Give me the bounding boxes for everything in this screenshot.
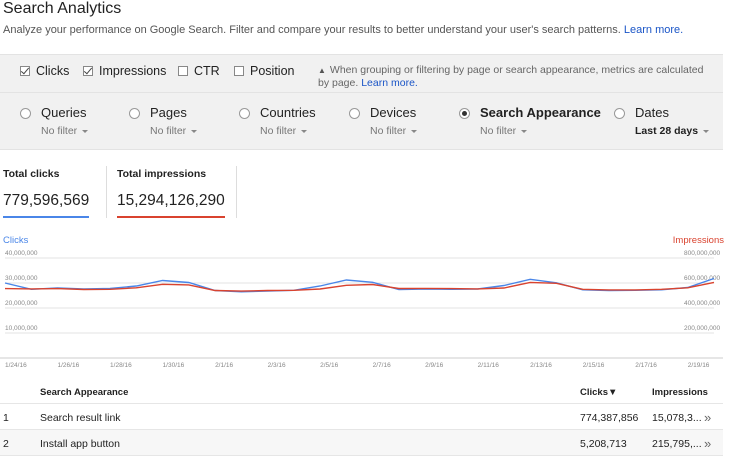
row-name: Search result link bbox=[40, 412, 121, 424]
dimension-label: Pages bbox=[150, 105, 187, 120]
metric-label: CTR bbox=[194, 64, 220, 78]
chevron-right-icon[interactable]: » bbox=[704, 436, 711, 451]
warning-icon: ▲ bbox=[318, 66, 326, 75]
dimension-filter[interactable]: No filter bbox=[41, 125, 89, 137]
chart-left-axis-title: Clicks bbox=[3, 235, 29, 246]
row-index: 2 bbox=[3, 438, 9, 450]
caret-down-icon bbox=[82, 129, 89, 133]
dimension-label: Search Appearance bbox=[480, 105, 601, 120]
x-tick-label: 2/3/16 bbox=[268, 362, 286, 369]
radio-selected-icon[interactable] bbox=[459, 108, 470, 119]
dimension-label: Dates bbox=[635, 105, 669, 120]
x-tick-label: 2/17/16 bbox=[635, 362, 657, 369]
x-tick-label: 2/5/16 bbox=[320, 362, 338, 369]
metrics-note: ▲ When grouping or filtering by page or s… bbox=[318, 64, 708, 89]
radio-icon[interactable] bbox=[614, 108, 625, 119]
radio-icon[interactable] bbox=[239, 108, 250, 119]
dimension-label: Countries bbox=[260, 105, 316, 120]
x-tick-label: 1/30/16 bbox=[163, 362, 185, 369]
row-index: 1 bbox=[3, 412, 9, 424]
dimension-filter[interactable]: No filter bbox=[150, 125, 198, 137]
y-tick-label-left: 10,000,000 bbox=[5, 325, 38, 332]
checkbox-icon[interactable] bbox=[83, 66, 93, 76]
x-tick-label: 2/15/16 bbox=[583, 362, 605, 369]
metric-position[interactable]: Position bbox=[234, 64, 294, 78]
x-tick-label: 2/7/16 bbox=[373, 362, 391, 369]
performance-chart: 40,000,000 800,000,000 30,000,000 600,000,0… bbox=[0, 250, 723, 369]
radio-icon[interactable] bbox=[129, 108, 140, 119]
dimension-filter[interactable]: No filter bbox=[480, 125, 528, 137]
x-tick-label: 2/19/16 bbox=[688, 362, 710, 369]
total-clicks-label: Total clicks bbox=[3, 168, 60, 180]
metric-impressions[interactable]: Impressions bbox=[83, 64, 166, 78]
metrics-bar: Clicks Impressions CTR Position ▲ When gr… bbox=[0, 54, 723, 93]
header-clicks[interactable]: Clicks▼ bbox=[580, 387, 617, 398]
dimensions-bar: Queries No filter Pages No filter Countr… bbox=[0, 93, 723, 150]
learn-more-link[interactable]: Learn more. bbox=[624, 24, 683, 36]
chart-right-axis-title: Impressions bbox=[672, 235, 724, 246]
x-tick-label: 2/11/16 bbox=[478, 362, 500, 369]
y-tick-label-left: 40,000,000 bbox=[5, 250, 38, 257]
metric-ctr[interactable]: CTR bbox=[178, 64, 220, 78]
sort-desc-icon: ▼ bbox=[608, 387, 618, 398]
chevron-right-icon[interactable]: » bbox=[704, 410, 711, 425]
caret-down-icon bbox=[521, 129, 528, 133]
y-tick-label-right: 400,000,000 bbox=[684, 300, 721, 307]
x-tick-label: 1/28/16 bbox=[110, 362, 132, 369]
divider bbox=[236, 166, 237, 218]
metric-label: Position bbox=[250, 64, 295, 78]
dimension-filter[interactable]: No filter bbox=[370, 125, 418, 137]
total-impressions-value: 15,294,126,290 bbox=[117, 192, 225, 218]
page-subtitle: Analyze your performance on Google Searc… bbox=[3, 24, 683, 36]
total-clicks-value: 779,596,569 bbox=[3, 192, 90, 218]
page-title: Search Analytics bbox=[3, 0, 122, 17]
table-row[interactable]: 1 Search result link 774,387,856 15,078,… bbox=[0, 404, 723, 430]
y-tick-label-right: 800,000,000 bbox=[684, 250, 721, 257]
row-clicks: 5,208,713 bbox=[580, 438, 627, 450]
results-table: Search Appearance Clicks▼ Impressions 1 … bbox=[0, 378, 723, 456]
table-header: Search Appearance Clicks▼ Impressions bbox=[0, 378, 723, 404]
series-line-impressions bbox=[4, 281, 715, 292]
row-name: Install app button bbox=[40, 438, 120, 450]
checkbox-icon[interactable] bbox=[178, 66, 188, 76]
dimension-filter[interactable]: No filter bbox=[260, 125, 308, 137]
dimension-filter[interactable]: Last 28 days bbox=[635, 125, 710, 137]
header-impressions[interactable]: Impressions bbox=[652, 387, 708, 398]
y-tick-label-right: 600,000,000 bbox=[684, 275, 721, 282]
x-tick-label: 2/13/16 bbox=[530, 362, 552, 369]
radio-icon[interactable] bbox=[349, 108, 360, 119]
metric-clicks[interactable]: Clicks bbox=[20, 64, 69, 78]
note-learn-more-link[interactable]: Learn more. bbox=[361, 77, 418, 89]
caret-down-icon bbox=[411, 129, 418, 133]
row-impressions: 15,078,3... bbox=[652, 412, 702, 424]
x-tick-label: 2/9/16 bbox=[425, 362, 443, 369]
metric-label: Impressions bbox=[99, 64, 167, 78]
y-tick-label-left: 30,000,000 bbox=[5, 275, 38, 282]
total-impressions-label: Total impressions bbox=[117, 168, 207, 180]
subtitle-text: Analyze your performance on Google Searc… bbox=[3, 24, 621, 36]
checkbox-icon[interactable] bbox=[234, 66, 244, 76]
row-clicks: 774,387,856 bbox=[580, 412, 639, 424]
x-tick-label: 1/24/16 bbox=[5, 362, 27, 369]
y-tick-label-right: 200,000,000 bbox=[684, 325, 721, 332]
radio-icon[interactable] bbox=[20, 108, 31, 119]
caret-down-icon bbox=[301, 129, 308, 133]
checkbox-icon[interactable] bbox=[20, 66, 30, 76]
caret-down-icon bbox=[703, 129, 710, 133]
divider bbox=[106, 166, 107, 218]
header-search-appearance[interactable]: Search Appearance bbox=[40, 387, 128, 398]
x-tick-label: 2/1/16 bbox=[215, 362, 233, 369]
total-clicks[interactable]: Total clicks 779,596,569 bbox=[3, 168, 90, 218]
y-tick-label-left: 20,000,000 bbox=[5, 300, 38, 307]
metric-label: Clicks bbox=[36, 64, 70, 78]
dimension-label: Queries bbox=[41, 105, 87, 120]
table-row[interactable]: 2 Install app button 5,208,713 215,795,.… bbox=[0, 430, 723, 456]
total-impressions[interactable]: Total impressions 15,294,126,290 bbox=[117, 168, 225, 218]
dimension-label: Devices bbox=[370, 105, 417, 120]
x-tick-label: 1/26/16 bbox=[58, 362, 80, 369]
row-impressions: 215,795,... bbox=[652, 438, 702, 450]
caret-down-icon bbox=[191, 129, 198, 133]
